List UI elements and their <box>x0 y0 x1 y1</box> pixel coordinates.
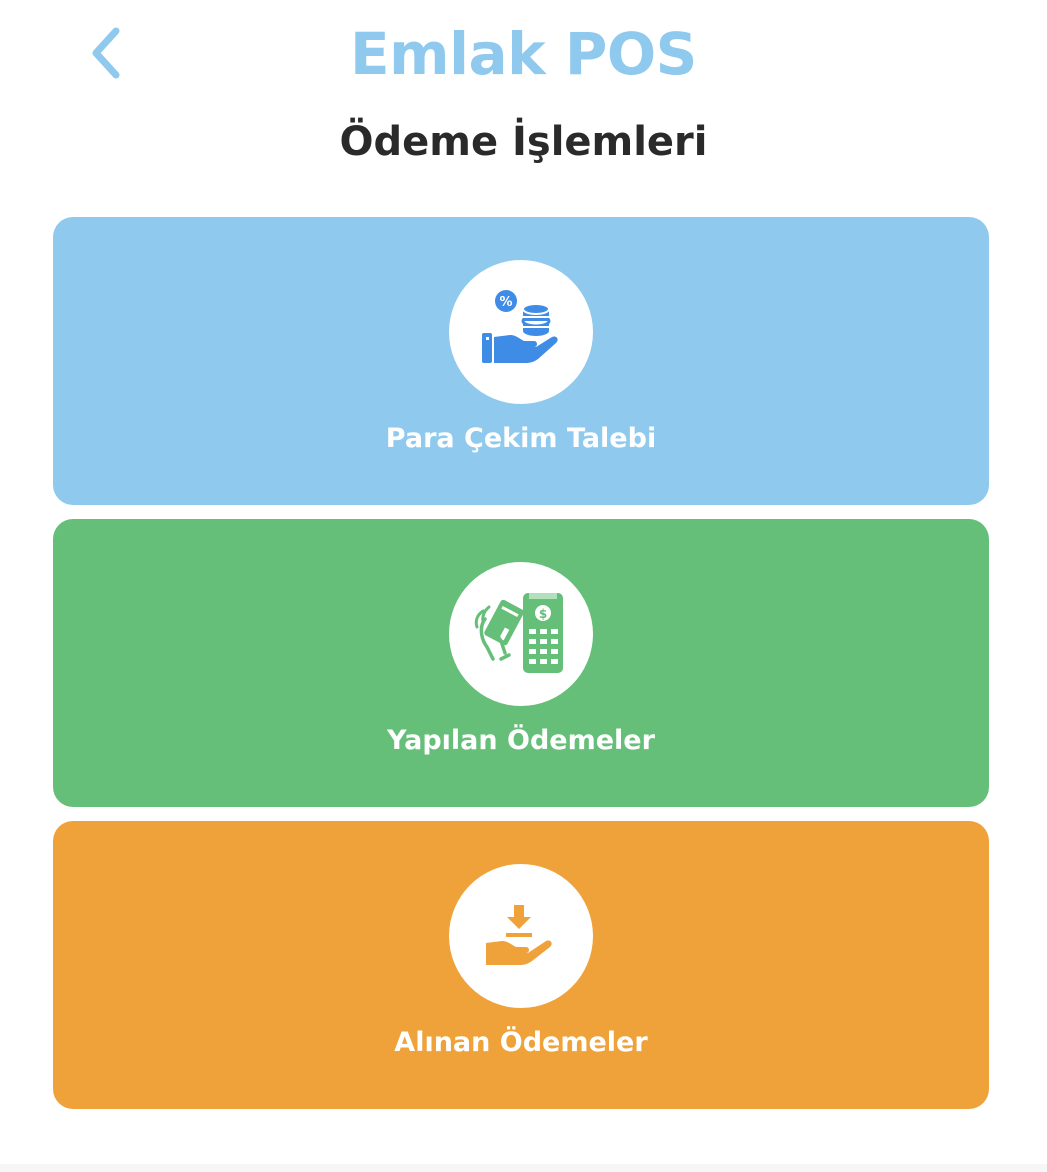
card-para-cekim-talebi[interactable]: % Para Çekim Talebi <box>53 217 989 505</box>
card-label: Yapılan Ödemeler <box>387 725 655 756</box>
svg-text:%: % <box>499 295 512 310</box>
app-title: Emlak POS <box>350 20 697 88</box>
hand-receive-icon <box>486 905 552 965</box>
card-icon-circle: $ <box>449 562 593 706</box>
svg-text:$: $ <box>539 607 547 621</box>
card-label: Alınan Ödemeler <box>394 1027 648 1058</box>
card-icon-circle: % <box>449 260 593 404</box>
card-icon-circle <box>449 864 593 1008</box>
bottom-bar <box>0 1164 1047 1172</box>
card-alinan-odemeler[interactable]: Alınan Ödemeler <box>53 821 989 1109</box>
card-payment-terminal-icon: $ <box>474 593 563 673</box>
hand-coins-icon: % <box>482 290 558 363</box>
page-title: Ödeme İşlemleri <box>339 119 708 165</box>
card-label: Para Çekim Talebi <box>385 423 657 454</box>
card-yapilan-odemeler[interactable]: $ Yapılan Ödemeler <box>53 519 989 807</box>
